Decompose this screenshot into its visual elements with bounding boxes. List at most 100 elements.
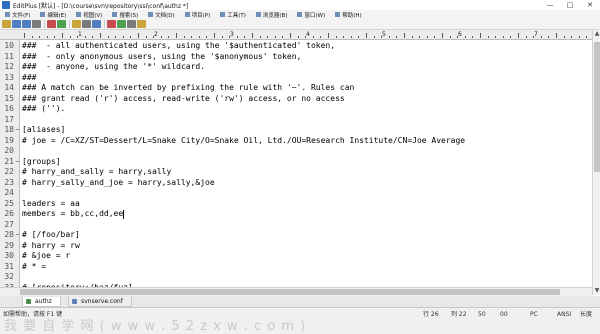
window-title: EditPlus [默认] - [D:\course\svn\repositor…	[13, 2, 189, 10]
search-menu-icon	[112, 12, 118, 17]
ruler-tick	[297, 36, 299, 38]
menu-tools[interactable]: 工具(T)	[215, 11, 251, 19]
fold-marker-icon[interactable]: −	[15, 230, 20, 241]
line-number: 26	[4, 209, 14, 218]
code-line[interactable]: leaders = aa	[22, 199, 80, 210]
code-line[interactable]: # &joe = r	[22, 251, 70, 262]
ruler-tick	[411, 36, 413, 38]
code-line[interactable]: ### grant read ('r') access, read-write …	[22, 94, 345, 105]
editor-area[interactable]: ### - all authenticated users, using the…	[21, 40, 591, 295]
menu-window[interactable]: 窗口(W)	[292, 11, 330, 19]
menu-bar: 文件(F) 编辑(E) 视图(V) 搜索(S) 文档(D) 项目(P) 工具(T…	[0, 10, 600, 19]
scroll-down-icon[interactable]: ▼	[593, 287, 600, 295]
code-line[interactable]: members = bb,cc,dd,ee	[22, 209, 123, 220]
preview-icon[interactable]	[57, 20, 66, 28]
ruler-label: 4	[306, 31, 310, 38]
line-number: 20	[4, 146, 14, 155]
scroll-up-icon[interactable]: ▲	[593, 30, 600, 38]
ruler-tick	[312, 36, 314, 38]
ruler-tick	[92, 36, 94, 38]
status-value-1: 50	[478, 311, 486, 318]
cut-icon[interactable]	[72, 20, 81, 28]
ruler-tick	[31, 36, 33, 38]
code-line[interactable]: ### - all authenticated users, using the…	[22, 41, 335, 52]
code-line[interactable]: [aliases]	[22, 125, 65, 136]
menu-label: 编辑(E)	[47, 12, 67, 19]
ruler-tick	[46, 36, 48, 38]
ruler-tick	[100, 33, 101, 38]
horizontal-scrollbar[interactable]	[0, 287, 592, 296]
vertical-scroll-thumb[interactable]	[594, 42, 600, 172]
tab-authz[interactable]: authz	[22, 297, 61, 307]
ruler-label: 6	[458, 31, 462, 38]
redo-icon[interactable]	[117, 20, 126, 28]
menu-label: 搜索(S)	[119, 12, 139, 19]
code-line[interactable]: # harry_sally_and_joe = harry,sally,&joe	[22, 178, 215, 189]
code-line[interactable]: # harry_and_sally = harry,sally	[22, 167, 171, 178]
ruler-tick	[328, 33, 329, 38]
close-button[interactable]: ✕	[580, 0, 600, 10]
ruler-tick	[434, 36, 436, 38]
paste-icon[interactable]	[92, 20, 101, 28]
fold-marker-icon[interactable]: −	[15, 157, 20, 168]
new-file-icon[interactable]	[2, 20, 11, 28]
menu-edit[interactable]: 编辑(E)	[35, 11, 71, 19]
browser-menu-icon	[255, 12, 261, 17]
ruler-tick	[69, 36, 71, 38]
ruler-label: 7	[534, 31, 538, 38]
ruler-tick	[77, 36, 79, 38]
menu-label: 帮助(H)	[342, 12, 362, 19]
project-menu-icon	[184, 12, 190, 17]
find-icon[interactable]	[127, 20, 136, 28]
code-line[interactable]: # [/foo/bar]	[22, 230, 80, 241]
code-line[interactable]: # harry = rw	[22, 241, 80, 252]
menu-browser[interactable]: 浏览器(B)	[251, 11, 293, 19]
horizontal-scroll-thumb[interactable]	[20, 289, 560, 295]
menu-document[interactable]: 文档(D)	[143, 11, 180, 19]
ruler: 1 2 3 4 5 6 7	[0, 30, 600, 40]
save-all-icon[interactable]	[32, 20, 41, 28]
undo-icon[interactable]	[107, 20, 116, 28]
line-number: 24	[4, 188, 14, 197]
line-number: 31	[4, 261, 14, 271]
toolbar	[0, 19, 600, 30]
vertical-scrollbar[interactable]: ▲ ▼	[592, 30, 600, 295]
fold-marker-icon[interactable]: −	[15, 125, 20, 136]
ruler-tick	[510, 36, 512, 38]
status-encoding: ANSI	[557, 311, 572, 318]
ruler-tick	[388, 36, 390, 38]
code-line[interactable]: ### ('').	[22, 104, 65, 115]
ruler-tick	[115, 36, 117, 38]
ruler-tick	[176, 33, 177, 38]
menu-help[interactable]: 帮助(H)	[330, 11, 366, 19]
toolbar-separator	[104, 20, 105, 28]
ruler-tick	[62, 33, 63, 38]
menu-search[interactable]: 搜索(S)	[107, 11, 143, 19]
code-line[interactable]: ### A match can be inverted by prefixing…	[22, 83, 354, 94]
maximize-button[interactable]: □	[560, 0, 580, 10]
replace-icon[interactable]	[137, 20, 146, 28]
ruler-tick	[183, 36, 185, 38]
copy-icon[interactable]	[82, 20, 91, 28]
menu-file[interactable]: 文件(F)	[0, 11, 35, 19]
window-menu-icon	[297, 12, 303, 17]
code-line[interactable]: [groups]	[22, 157, 61, 168]
code-line[interactable]: # * =	[22, 262, 46, 273]
save-icon[interactable]	[22, 20, 31, 28]
code-line[interactable]: ###	[22, 73, 36, 84]
code-line[interactable]: ### - only anonymous users, using the '$…	[22, 52, 301, 63]
ruler-tick	[358, 36, 360, 38]
ruler-tick	[586, 36, 588, 38]
code-line[interactable]: # joe = /C=XZ/ST=Dessert/L=Snake City/O=…	[22, 136, 465, 147]
open-file-icon[interactable]	[12, 20, 21, 28]
code-line[interactable]: ### - anyone, using the '*' wildcard.	[22, 62, 205, 73]
status-value-2: 00	[500, 311, 508, 318]
tab-svnserve-conf[interactable]: svnserve.conf	[68, 297, 132, 307]
menu-view[interactable]: 视图(V)	[71, 11, 107, 19]
line-number: 17	[4, 114, 14, 124]
minimize-button[interactable]: —	[540, 0, 560, 10]
print-icon[interactable]	[47, 20, 56, 28]
menu-project[interactable]: 项目(P)	[180, 11, 216, 19]
ruler-tick	[252, 33, 253, 38]
ruler-tick	[305, 36, 307, 38]
